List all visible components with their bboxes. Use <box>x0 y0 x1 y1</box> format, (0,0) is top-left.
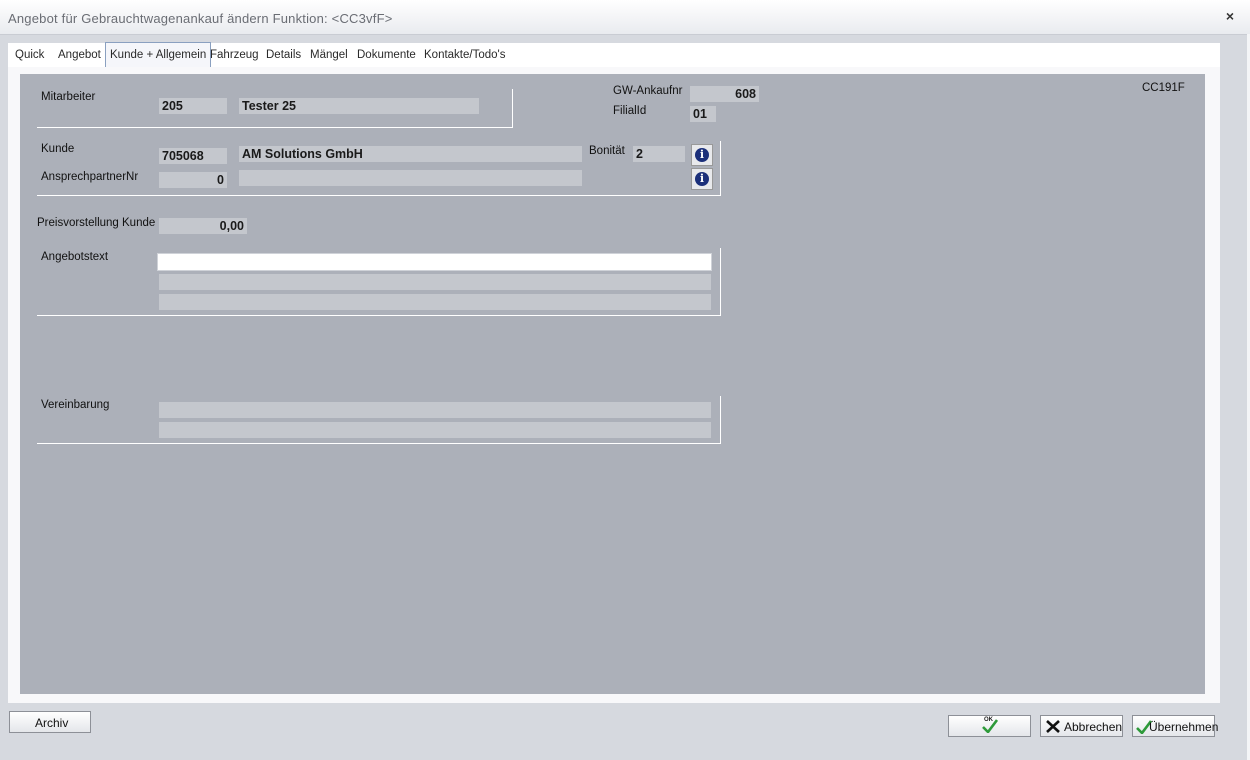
ansprechpartner-nr-field[interactable]: 0 <box>159 172 227 188</box>
ansprechpartner-info-button[interactable]: i <box>691 168 713 190</box>
vereinbarung-label: Vereinbarung <box>41 399 110 411</box>
preisvorstellung-label: Preisvorstellung Kunde <box>37 217 156 229</box>
group-divider <box>720 396 721 444</box>
tab-dokumente[interactable]: Dokumente <box>357 43 416 67</box>
preisvorstellung-field[interactable]: 0,00 <box>159 218 247 234</box>
info-icon: i <box>695 172 709 186</box>
mitarbeiter-label: Mitarbeiter <box>41 91 96 103</box>
ansprechpartner-label: AnsprechpartnerNr <box>41 171 139 183</box>
uebernehmen-button-label: Übernehmen <box>1149 720 1219 734</box>
ok-button[interactable]: OK <box>948 715 1031 737</box>
close-icon[interactable]: × <box>1226 8 1234 24</box>
tab-panel <box>20 74 1205 694</box>
window-title: Angebot für Gebrauchtwagenankauf ändern … <box>8 11 393 26</box>
tab-kontakte-todos[interactable]: Kontakte/Todo's <box>424 43 505 67</box>
group-divider <box>37 127 513 128</box>
kunde-name-field[interactable]: AM Solutions GmbH <box>239 146 582 162</box>
filialid-field[interactable]: 01 <box>690 106 716 122</box>
bonitaet-label: Bonität <box>589 145 625 157</box>
abbrechen-button[interactable]: Abbrechen <box>1040 715 1123 737</box>
angebotstext-line-1[interactable] <box>157 253 712 271</box>
group-divider <box>720 141 721 196</box>
gw-ankaufnr-label: GW-Ankaufnr <box>613 85 683 97</box>
group-divider <box>720 248 721 316</box>
group-divider <box>512 89 513 128</box>
tab-maengel[interactable]: Mängel <box>310 43 348 67</box>
angebotstext-line-3[interactable] <box>159 294 711 310</box>
bonitaet-field[interactable]: 2 <box>633 146 685 162</box>
tab-details[interactable]: Details <box>266 43 301 67</box>
tab-quick[interactable]: Quick <box>15 43 44 67</box>
gw-ankaufnr-field[interactable]: 608 <box>690 86 759 102</box>
tab-angebot[interactable]: Angebot <box>58 43 101 67</box>
uebernehmen-button[interactable]: Übernehmen <box>1132 715 1219 737</box>
angebotstext-line-2[interactable] <box>159 274 711 290</box>
vereinbarung-line-1[interactable] <box>159 402 711 418</box>
archiv-button-label: Archiv <box>35 716 69 730</box>
form-code: CC191F <box>1142 82 1185 94</box>
filialid-label: FilialId <box>613 105 647 117</box>
tab-fahrzeug[interactable]: Fahrzeug <box>210 43 259 67</box>
kunde-nr-field[interactable]: 705068 <box>159 148 227 164</box>
mitarbeiter-name-field[interactable]: Tester 25 <box>239 98 479 114</box>
kunde-info-button[interactable]: i <box>691 144 713 166</box>
group-divider <box>37 443 721 444</box>
abbrechen-button-label: Abbrechen <box>1064 720 1123 734</box>
title-bar: Angebot für Gebrauchtwagenankauf ändern … <box>0 0 1250 35</box>
tab-kunde-allgemein[interactable]: Kunde + Allgemein <box>105 42 212 67</box>
group-divider <box>37 195 721 196</box>
vereinbarung-line-2[interactable] <box>159 422 711 438</box>
ok-button-label: OK <box>984 717 993 723</box>
group-divider <box>37 315 721 316</box>
archiv-button[interactable]: Archiv <box>9 711 91 733</box>
kunde-label: Kunde <box>41 143 75 155</box>
ansprechpartner-name-field[interactable] <box>239 170 582 186</box>
angebotstext-label: Angebotstext <box>41 251 109 263</box>
tab-strip: Quick Angebot Kunde + Allgemein Fahrzeug… <box>8 42 1220 67</box>
info-icon: i <box>695 148 709 162</box>
cancel-x-icon <box>1046 720 1060 733</box>
mitarbeiter-nr-field[interactable]: 205 <box>159 98 227 114</box>
